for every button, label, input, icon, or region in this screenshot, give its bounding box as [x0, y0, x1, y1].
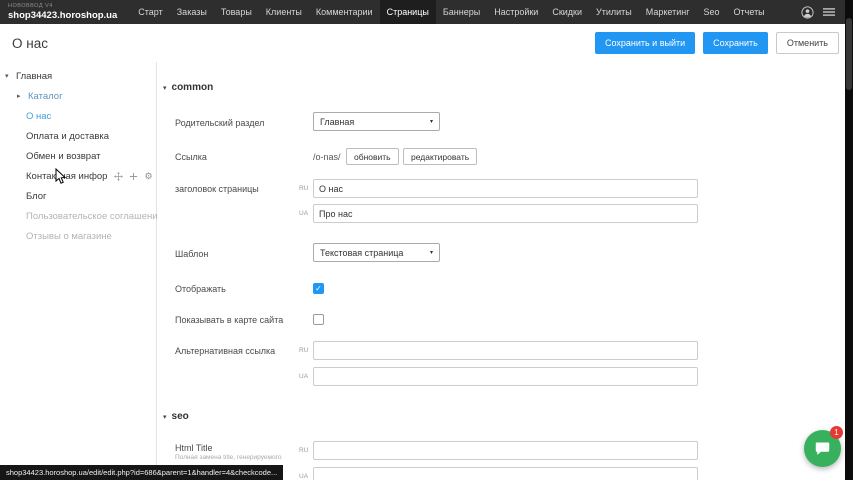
template-select[interactable]: Текстовая страница ▾ — [313, 243, 440, 262]
caret-down-icon[interactable]: ▾ — [5, 72, 14, 80]
move-icon[interactable] — [114, 172, 123, 181]
topbar: нововвод v4 shop34423.horoshop.ua Старт … — [0, 0, 845, 24]
logo-version: нововвод v4 — [8, 4, 117, 10]
section-common-title: common — [172, 82, 214, 93]
chevron-down-icon: ▾ — [430, 118, 433, 125]
sitemap-checkbox[interactable] — [313, 314, 324, 325]
sidebar-item-label: Каталог — [28, 91, 63, 102]
lang-ru-label: RU — [299, 185, 308, 192]
alt-link-label: Альтернативная ссылка — [175, 346, 275, 356]
caret-down-icon: ▾ — [163, 84, 167, 92]
sidebar-item-about[interactable]: О нас — [0, 106, 156, 126]
sidebar-item-label: Главная — [16, 71, 52, 82]
link-update-button[interactable]: обновить — [346, 148, 399, 165]
caret-down-icon: ▾ — [163, 413, 167, 421]
chat-widget-button[interactable]: 1 — [804, 430, 841, 467]
section-common-toggle[interactable]: ▾ common — [163, 82, 213, 93]
sidebar-item-payment-delivery[interactable]: Оплата и доставка — [0, 126, 156, 146]
menu-item-reports[interactable]: Отчеты — [727, 0, 772, 24]
sitemap-label: Показывать в карте сайта — [175, 315, 283, 325]
add-page-icon[interactable] — [129, 172, 138, 181]
page-title-field-label: заголовок страницы — [175, 184, 259, 194]
sidebar-item-user-agreement[interactable]: Пользовательское соглашение — [0, 206, 156, 226]
lang-ua-label: UA — [299, 210, 308, 217]
menu-item-comments[interactable]: Комментарии — [309, 0, 380, 24]
logo-domain: shop34423.horoshop.ua — [8, 11, 117, 21]
sidebar-item-home[interactable]: ▾ Главная — [0, 66, 156, 86]
page-title-ua-input[interactable] — [313, 204, 698, 223]
parent-section-value: Главная — [320, 117, 354, 127]
user-account-icon[interactable] — [801, 6, 814, 19]
section-seo-title: seo — [172, 411, 189, 422]
menu-item-settings[interactable]: Настройки — [487, 0, 545, 24]
menu-item-marketing[interactable]: Маркетинг — [639, 0, 697, 24]
lang-ru-label: RU — [299, 347, 308, 354]
logo[interactable]: нововвод v4 shop34423.horoshop.ua — [8, 4, 117, 20]
parent-section-select[interactable]: Главная ▾ — [313, 112, 440, 131]
lang-ru-label: RU — [299, 447, 308, 454]
page-title-ru-input[interactable] — [313, 179, 698, 198]
cancel-button[interactable]: Отменить — [776, 32, 839, 54]
sidebar-item-label: Контактная инфор — [26, 171, 107, 182]
caret-right-icon[interactable]: ▸ — [17, 92, 26, 100]
lang-ua-label: UA — [299, 373, 308, 380]
pages-tree-sidebar: ▾ Главная ▸ Каталог О нас Оплата и доста… — [0, 62, 157, 480]
template-label: Шаблон — [175, 249, 208, 259]
save-exit-button[interactable]: Сохранить и выйти — [595, 32, 695, 54]
sidebar-item-store-reviews[interactable]: Отзывы о магазине — [0, 226, 156, 246]
page-edit-form: ▾ common Родительский раздел Главная ▾ С… — [158, 62, 845, 480]
html-title-hint: Полная замена title, генерируемого — [175, 454, 310, 461]
sidebar-item-label: Пользовательское соглашение — [26, 211, 163, 222]
alt-link-ua-input[interactable] — [313, 367, 698, 386]
hamburger-menu-icon[interactable] — [823, 6, 835, 18]
alt-link-ru-input[interactable] — [313, 341, 698, 360]
html-title-ua-input[interactable] — [313, 467, 698, 480]
html-title-label: Html Title — [175, 443, 213, 453]
scrollbar-thumb[interactable] — [846, 18, 852, 90]
menu-item-utilities[interactable]: Утилиты — [589, 0, 639, 24]
chat-icon — [814, 440, 831, 457]
html-title-ru-input[interactable] — [313, 441, 698, 460]
sidebar-item-contact-info[interactable]: Контактная инфор ⚙ — [0, 166, 156, 186]
sidebar-item-label: Отзывы о магазине — [26, 231, 112, 242]
menu-item-pages[interactable]: Страницы — [380, 0, 436, 24]
sidebar-item-catalog[interactable]: ▸ Каталог — [0, 86, 156, 106]
template-value: Текстовая страница — [320, 248, 403, 258]
menu-item-start[interactable]: Старт — [131, 0, 169, 24]
sidebar-item-label: Блог — [26, 191, 47, 202]
page-header: О нас Сохранить и выйти Сохранить Отмени… — [0, 24, 845, 62]
sidebar-item-label: Обмен и возврат — [26, 151, 101, 162]
menu-item-seo[interactable]: Seo — [697, 0, 727, 24]
sidebar-item-blog[interactable]: Блог — [0, 186, 156, 206]
main-menu: Старт Заказы Товары Клиенты Комментарии … — [131, 0, 801, 24]
display-checkbox[interactable]: ✓ — [313, 283, 324, 294]
parent-section-label: Родительский раздел — [175, 118, 264, 128]
menu-item-products[interactable]: Товары — [214, 0, 259, 24]
link-edit-button[interactable]: редактировать — [403, 148, 477, 165]
link-label: Ссылка — [175, 152, 207, 162]
header-buttons: Сохранить и выйти Сохранить Отменить — [595, 32, 839, 54]
chevron-down-icon: ▾ — [430, 249, 433, 256]
vertical-scrollbar[interactable] — [845, 0, 853, 480]
menu-item-discounts[interactable]: Скидки — [545, 0, 589, 24]
sidebar-item-label: О нас — [26, 111, 51, 122]
sidebar-item-exchange-return[interactable]: Обмен и возврат — [0, 146, 156, 166]
menu-item-clients[interactable]: Клиенты — [259, 0, 309, 24]
notification-badge: 1 — [830, 426, 843, 439]
menu-item-orders[interactable]: Заказы — [170, 0, 214, 24]
sidebar-item-label: Оплата и доставка — [26, 131, 109, 142]
gear-icon[interactable]: ⚙ — [144, 172, 152, 181]
save-button[interactable]: Сохранить — [703, 32, 768, 54]
page-title: О нас — [12, 36, 595, 51]
section-seo-toggle[interactable]: ▾ seo — [163, 411, 189, 422]
display-label: Отображать — [175, 284, 226, 294]
lang-ua-label: UA — [299, 473, 308, 480]
check-icon: ✓ — [314, 284, 323, 294]
menu-item-banners[interactable]: Баннеры — [436, 0, 487, 24]
link-path-value: /o-nas/ — [313, 152, 341, 162]
browser-status-url: shop34423.horoshop.ua/edit/edit.php?id=6… — [0, 465, 283, 480]
topbar-icons — [801, 6, 835, 19]
